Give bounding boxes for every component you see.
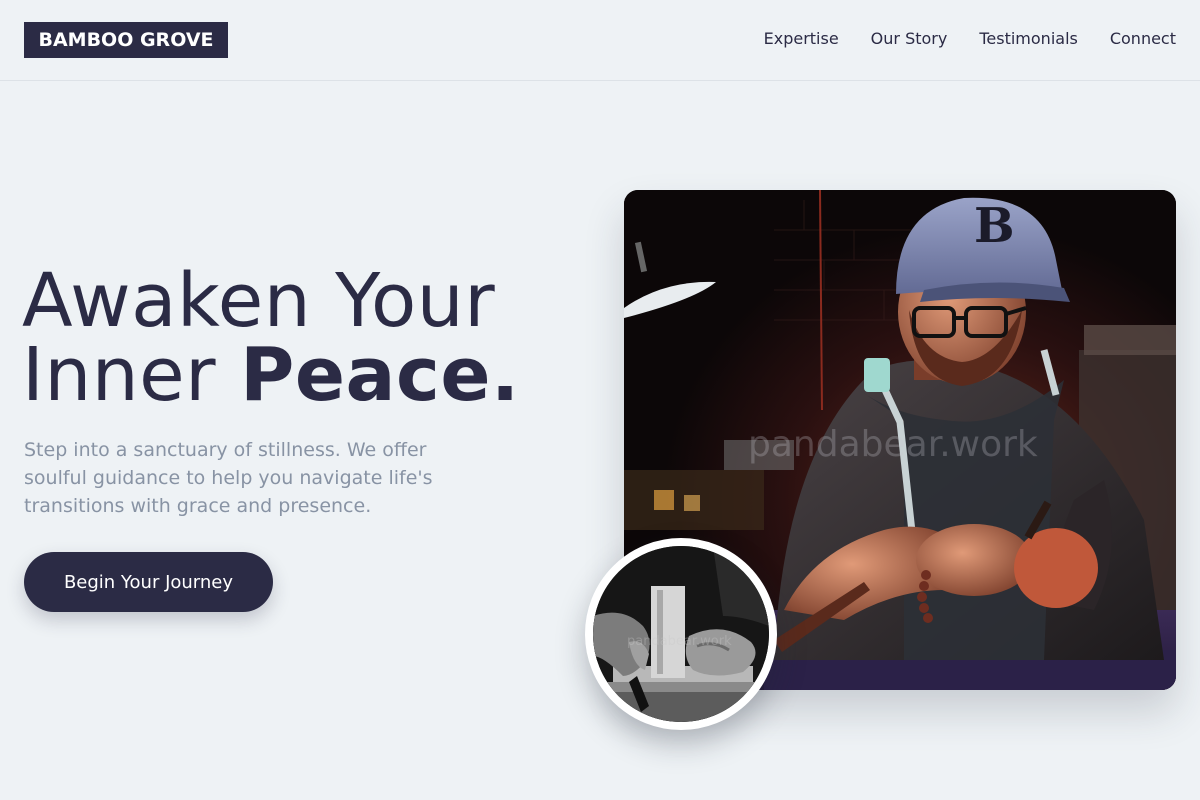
- hero-title-regular: Inner: [22, 332, 241, 418]
- hero-title-bold: Peace.: [240, 332, 520, 418]
- site-header: BAMBOO GROVE Expertise Our Story Testimo…: [0, 0, 1200, 81]
- nav-link-connect[interactable]: Connect: [1110, 28, 1176, 50]
- nav-link-expertise[interactable]: Expertise: [764, 28, 839, 50]
- nav-link-testimonials[interactable]: Testimonials: [979, 28, 1078, 50]
- nav-link-our-story[interactable]: Our Story: [871, 28, 948, 50]
- brand-logo[interactable]: BAMBOO GROVE: [24, 22, 228, 58]
- svg-text:B: B: [974, 198, 1015, 254]
- hero-subtitle: Step into a sanctuary of stillness. We o…: [24, 439, 433, 517]
- inset-circle-photo: pandabear.work: [585, 538, 777, 730]
- woodwork-hands-illustration: [593, 546, 769, 722]
- begin-journey-button[interactable]: Begin Your Journey: [24, 552, 273, 612]
- main-nav: Expertise Our Story Testimonials Connect: [764, 28, 1176, 50]
- hero-title-line-1: Awaken Your: [22, 258, 496, 344]
- hero-title: Awaken Your Inner Peace.: [22, 264, 582, 412]
- hero-title-line-2: Inner Peace.: [22, 338, 582, 412]
